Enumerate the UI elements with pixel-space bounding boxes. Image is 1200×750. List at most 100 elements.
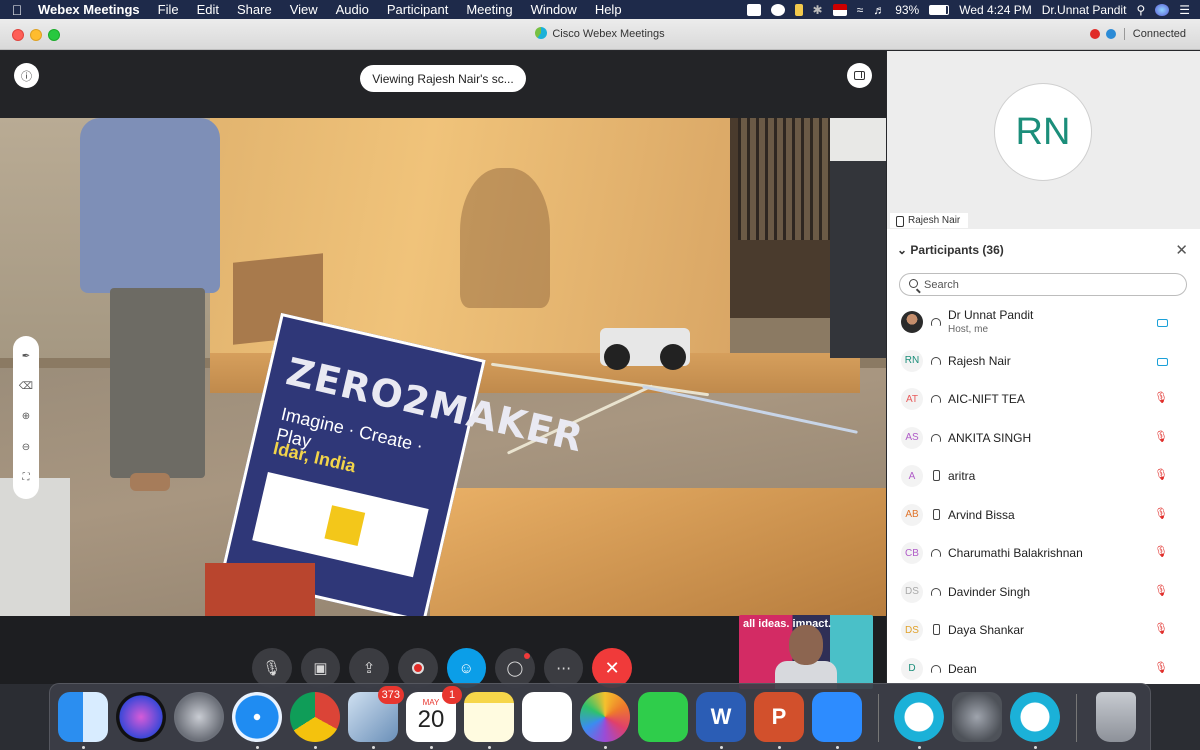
muted-microphone-icon: 🎙 bbox=[1154, 584, 1168, 597]
finder-icon[interactable] bbox=[58, 692, 108, 749]
phone-icon bbox=[933, 624, 940, 635]
participant-avatar: DS bbox=[901, 619, 923, 641]
record-button[interactable] bbox=[397, 648, 438, 688]
self-view-video[interactable]: all ideas. impact. bbox=[739, 615, 873, 689]
bluetooth-icon[interactable]: ✱ bbox=[813, 3, 823, 17]
eraser-icon[interactable]: ⌫ bbox=[19, 382, 33, 392]
participants-button[interactable]: ☺ bbox=[446, 648, 487, 688]
chat-icon: ◯ bbox=[506, 660, 524, 677]
battery-icon[interactable] bbox=[929, 4, 950, 15]
dock: 373 MAY 20 1 W P bbox=[49, 683, 1151, 750]
video-button[interactable]: ▣ bbox=[300, 648, 341, 688]
shared-video[interactable]: ZERO2MAKER Imagine · Create · Play Idar,… bbox=[0, 118, 886, 616]
menu-participant[interactable]: Participant bbox=[378, 2, 457, 17]
trash-icon[interactable] bbox=[1096, 692, 1136, 742]
word-icon[interactable]: W bbox=[696, 692, 746, 749]
mail-icon[interactable]: 373 bbox=[348, 686, 404, 749]
active-speaker-name: Rajesh Nair bbox=[890, 213, 969, 228]
participant-row[interactable]: AT AIC-NIFT TEA 🎙 bbox=[887, 381, 1200, 420]
powerpoint-icon[interactable]: P bbox=[754, 692, 804, 749]
pen-icon[interactable]: ✒ bbox=[22, 352, 30, 362]
bookmark-icon[interactable] bbox=[794, 3, 803, 16]
chat-button[interactable]: ◯ bbox=[495, 648, 535, 688]
siri-icon[interactable] bbox=[116, 692, 166, 742]
zoom-out-icon[interactable]: ⊖ bbox=[22, 442, 30, 453]
menu-clock[interactable]: Wed 4:24 PM bbox=[959, 3, 1031, 17]
title-bar: Cisco Webex Meetings Connected bbox=[0, 19, 1200, 50]
headset-icon bbox=[931, 549, 941, 557]
video-crate bbox=[205, 563, 315, 616]
menu-audio[interactable]: Audio bbox=[327, 2, 378, 17]
menu-window[interactable]: Window bbox=[522, 2, 586, 17]
participants-title[interactable]: ⌄ Participants (36) bbox=[897, 243, 1004, 257]
active-speaker-view[interactable]: RN Rajesh Nair bbox=[887, 51, 1200, 229]
notification-center-icon[interactable]: ☰ bbox=[1179, 3, 1190, 17]
mute-button[interactable]: 🎙 bbox=[252, 648, 292, 688]
volume-icon[interactable]: ♬ bbox=[873, 3, 885, 17]
participant-avatar: D bbox=[901, 657, 923, 680]
record-icon bbox=[411, 662, 424, 674]
menu-edit[interactable]: Edit bbox=[188, 2, 228, 17]
share-button[interactable]: ⇪ bbox=[349, 648, 389, 688]
participant-row[interactable]: A aritra 🎙 bbox=[887, 458, 1200, 497]
meeting-info-button[interactable]: ⓘ bbox=[14, 63, 39, 88]
phone-icon bbox=[933, 470, 940, 481]
participant-name: Charumathi Balakrishnan bbox=[948, 546, 1083, 560]
video-person-right bbox=[830, 118, 886, 358]
active-speaker-avatar: RN bbox=[994, 83, 1092, 181]
zoom-app-icon[interactable] bbox=[812, 692, 862, 749]
participant-row[interactable]: AB Arvind Bissa 🎙 bbox=[887, 497, 1200, 536]
calendar-icon[interactable]: MAY 20 1 bbox=[406, 686, 462, 749]
info-icon: ⓘ bbox=[21, 70, 32, 83]
webex-status-icon[interactable] bbox=[770, 3, 785, 16]
safari-icon[interactable] bbox=[232, 692, 282, 749]
participant-row[interactable]: DS Daya Shankar 🎙 bbox=[887, 612, 1200, 651]
chrome-icon[interactable] bbox=[290, 692, 340, 749]
menu-meeting[interactable]: Meeting bbox=[457, 2, 521, 17]
menu-help[interactable]: Help bbox=[586, 2, 631, 17]
fit-screen-icon[interactable]: ⛶ bbox=[23, 472, 30, 483]
menu-share[interactable]: Share bbox=[228, 2, 281, 17]
layout-toggle-button[interactable] bbox=[847, 63, 872, 88]
webex-app-icon[interactable] bbox=[894, 692, 944, 749]
photos-icon[interactable] bbox=[580, 692, 630, 749]
launchpad-icon[interactable] bbox=[174, 692, 224, 742]
facetime-icon[interactable] bbox=[638, 692, 688, 742]
more-options-button[interactable]: ⋯ bbox=[543, 648, 584, 688]
search-input[interactable] bbox=[924, 277, 1179, 293]
muted-microphone-icon: 🎙 bbox=[1154, 392, 1168, 404]
close-participants-icon[interactable]: ✕ bbox=[1175, 241, 1188, 259]
headset-icon bbox=[931, 587, 941, 596]
notes-icon[interactable] bbox=[464, 692, 514, 749]
menu-user[interactable]: Dr.Unnat Pandit bbox=[1042, 3, 1127, 17]
muted-microphone-icon: 🎙 bbox=[1154, 546, 1168, 558]
participant-row[interactable]: AS ANKITA SINGH 🎙 bbox=[887, 420, 1200, 459]
audio-indicator-icon[interactable] bbox=[1105, 29, 1116, 39]
system-preferences-icon[interactable] bbox=[952, 692, 1002, 742]
battery-percent[interactable]: 93% bbox=[895, 3, 919, 17]
participant-search[interactable] bbox=[899, 273, 1187, 296]
viewing-share-pill[interactable]: Viewing Rajesh Nair's sc... bbox=[360, 65, 526, 92]
participant-row[interactable]: CB Charumathi Balakrishnan 🎙 bbox=[887, 535, 1200, 574]
flag-icon[interactable] bbox=[832, 3, 847, 16]
zoom-status-icon[interactable] bbox=[746, 3, 761, 16]
participant-row[interactable]: Dr Unnat Pandit Host, me bbox=[887, 304, 1200, 343]
menu-app[interactable]: Webex Meetings bbox=[34, 2, 149, 17]
reminders-icon[interactable] bbox=[522, 692, 572, 742]
close-icon: ✕ bbox=[604, 657, 620, 678]
participant-row[interactable]: RN Rajesh Nair bbox=[887, 343, 1200, 382]
participants-header: ⌄ Participants (36) ✕ bbox=[887, 237, 1200, 267]
video-step bbox=[430, 488, 886, 616]
participant-avatar: AB bbox=[901, 503, 923, 526]
menu-view[interactable]: View bbox=[281, 2, 327, 17]
spotlight-icon[interactable]: ⚲ bbox=[1136, 3, 1145, 17]
participant-row[interactable]: DS Davinder Singh 🎙 bbox=[887, 574, 1200, 613]
zoom-in-icon[interactable]: ⊕ bbox=[22, 412, 30, 422]
wifi-icon[interactable]: ≈ bbox=[857, 3, 864, 17]
siri-icon[interactable] bbox=[1155, 3, 1170, 16]
recording-indicator-icon[interactable] bbox=[1089, 29, 1100, 39]
menu-file[interactable]: File bbox=[149, 2, 188, 17]
apple-menu-icon[interactable]:  bbox=[0, 2, 34, 18]
leave-meeting-button[interactable]: ✕ bbox=[592, 648, 632, 688]
webex-meetings-icon[interactable] bbox=[1010, 692, 1060, 749]
